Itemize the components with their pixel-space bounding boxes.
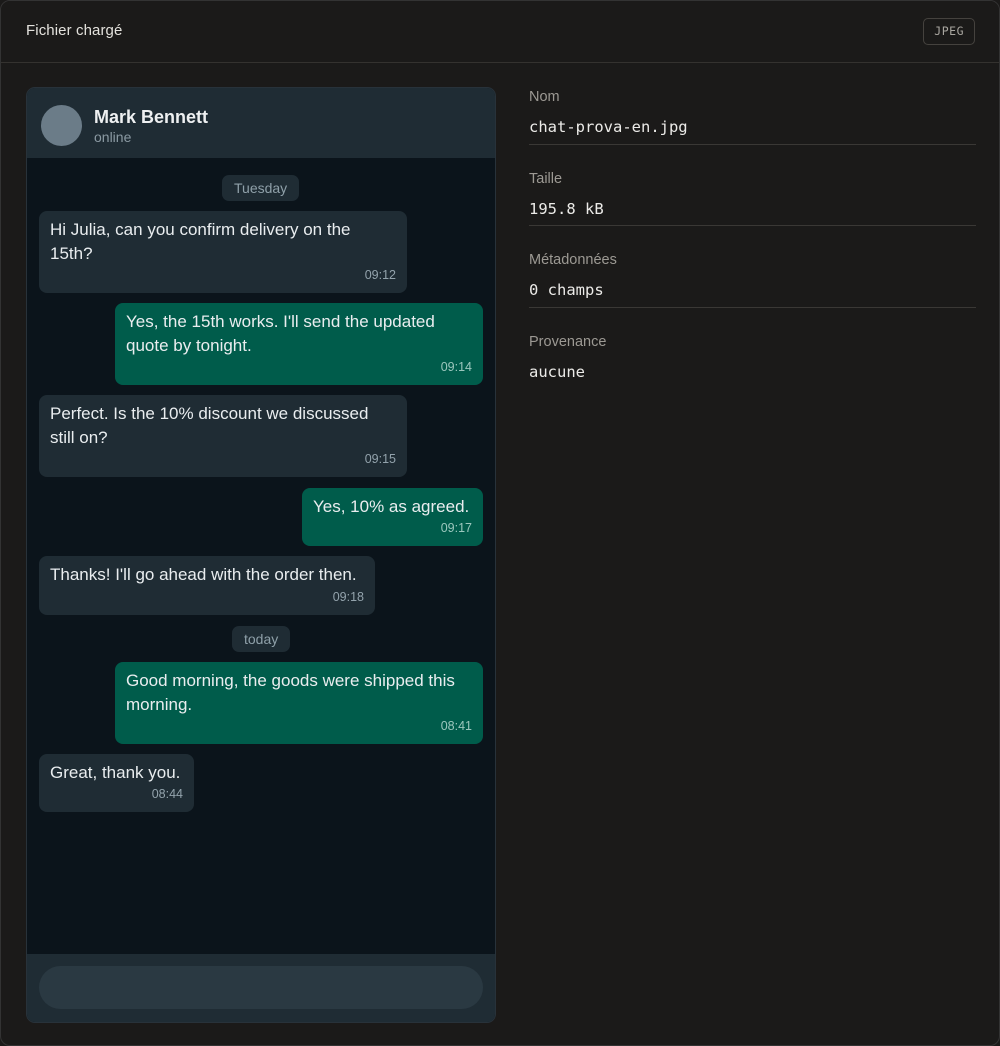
- meta-label: Métadonnées: [529, 252, 617, 268]
- meta-row-size: Taille 195.8 kB: [529, 145, 976, 226]
- metadata-count-value: 0 champs: [529, 281, 604, 299]
- message-composer: [27, 954, 495, 1022]
- title-bar: Fichier chargé JPEG: [1, 1, 999, 63]
- contact-name: Mark Bennett: [94, 107, 209, 127]
- message-bubble-outgoing: Yes, 10% as agreed. 09:17: [302, 488, 483, 546]
- message-time: 09:18: [332, 590, 364, 604]
- message-bubble-incoming: Hi Julia, can you confirm delivery on th…: [39, 211, 407, 293]
- file-size-value: 195.8 kB: [529, 199, 604, 218]
- message-bubble-incoming: Thanks! I'll go ahead with the order the…: [39, 556, 375, 615]
- window-title: Fichier chargé: [26, 22, 123, 39]
- day-separator-tuesday: Tuesday: [222, 175, 300, 201]
- avatar: [41, 105, 82, 146]
- message-time: 09:12: [364, 268, 396, 282]
- file-viewer-window: Fichier chargé JPEG Mark Bennett online …: [0, 0, 1000, 1046]
- message-time: 09:14: [440, 360, 472, 374]
- meta-row-fields: Métadonnées 0 champs: [529, 226, 976, 308]
- file-metadata-panel: Nom chat-prova-en.jpg Taille 195.8 kB Mé…: [529, 63, 976, 389]
- message-text: Hi Julia, can you confirm delivery on th…: [50, 220, 351, 263]
- message-bubble-outgoing: Good morning, the goods were shipped thi…: [115, 662, 483, 744]
- message-text: Good morning, the goods were shipped thi…: [126, 671, 455, 714]
- contact-status: online: [94, 129, 132, 145]
- message-text: Perfect. Is the 10% discount we discusse…: [50, 404, 369, 447]
- message-bubble-outgoing: Yes, the 15th works. I'll send the updat…: [115, 303, 483, 385]
- message-text: Yes, the 15th works. I'll send the updat…: [126, 312, 435, 355]
- file-name-value: chat-prova-en.jpg: [529, 118, 688, 136]
- meta-row-provenance: Provenance aucune: [529, 308, 976, 390]
- chat-image-preview: Mark Bennett online Tuesday Hi Julia, ca…: [26, 87, 496, 1023]
- meta-label: Provenance: [529, 333, 607, 350]
- message-input: [39, 966, 483, 1009]
- message-time: 09:15: [364, 452, 396, 466]
- meta-row-name: Nom chat-prova-en.jpg: [529, 63, 976, 145]
- chat-header: Mark Bennett online: [27, 88, 495, 158]
- message-bubble-incoming: Great, thank you. 08:44: [39, 754, 194, 812]
- message-bubble-incoming: Perfect. Is the 10% discount we discusse…: [39, 395, 407, 477]
- meta-label: Taille: [529, 170, 563, 187]
- provenance-value: aucune: [529, 362, 585, 381]
- day-separator-today: today: [232, 626, 291, 652]
- format-badge: JPEG: [923, 18, 975, 45]
- message-time: 09:17: [440, 521, 472, 535]
- message-time: 08:44: [151, 787, 183, 801]
- meta-label: Nom: [529, 89, 560, 105]
- message-time: 08:41: [440, 719, 472, 733]
- message-text: Thanks! I'll go ahead with the order the…: [50, 565, 357, 584]
